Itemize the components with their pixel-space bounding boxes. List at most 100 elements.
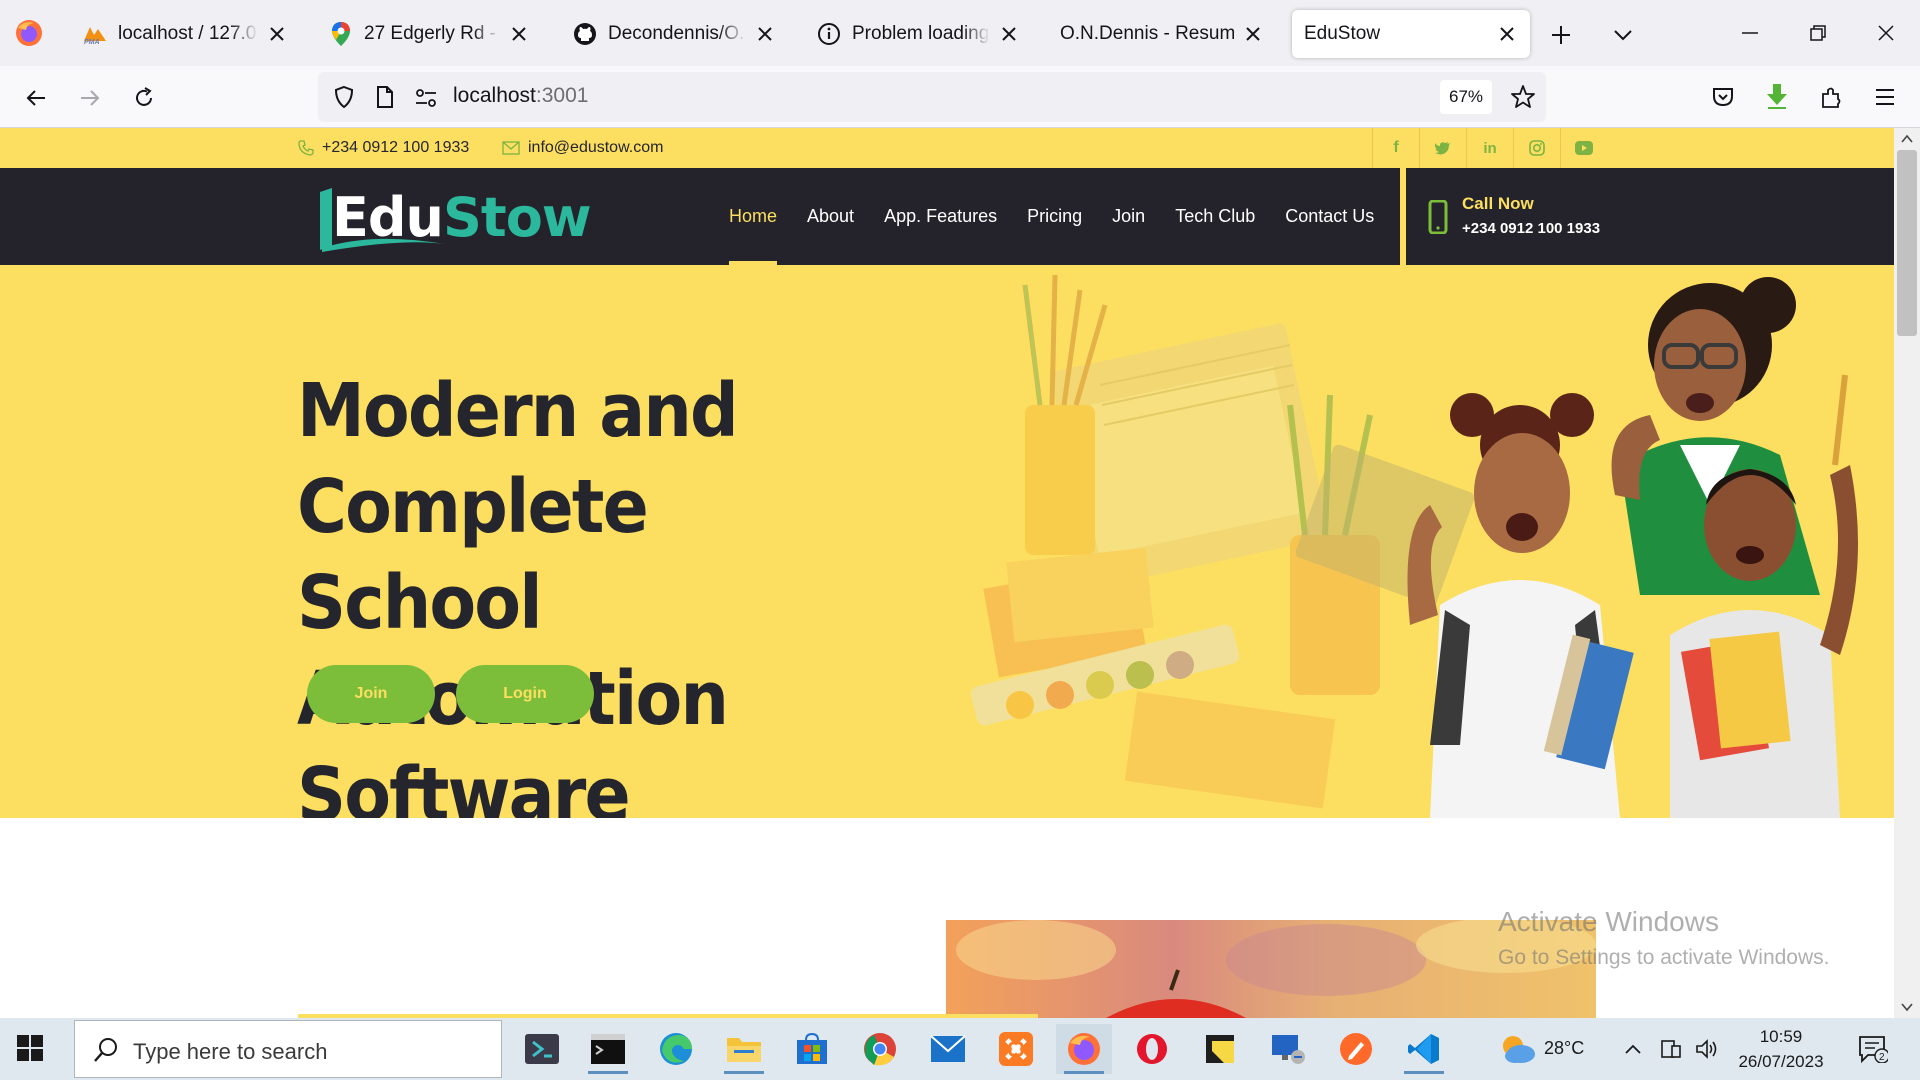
search-icon [94,1038,117,1062]
close-window-button[interactable] [1868,18,1904,48]
hamburger-menu-icon[interactable] [1870,82,1900,112]
youtube-icon[interactable] [1560,128,1607,168]
plus-icon [1552,26,1570,44]
taskbar-clock[interactable]: 10:59 26/07/2023 [1726,1024,1836,1074]
menu-pricing[interactable]: Pricing [1027,168,1082,265]
weather-icon[interactable] [1490,1024,1546,1074]
firefox-view-icon[interactable] [14,18,44,48]
remote-desktop-icon [1272,1035,1305,1064]
minimize-button[interactable] [1732,18,1768,48]
taskbar-chrome-app[interactable] [852,1024,908,1074]
bookmark-star-icon[interactable] [1508,82,1538,112]
close-icon[interactable] [1242,23,1264,45]
tab-resume[interactable]: O.N.Dennis - Resume [1048,10,1276,58]
taskbar-sticky-notes-app[interactable] [1192,1024,1248,1074]
facebook-icon[interactable]: f [1372,128,1419,168]
taskbar-store-app[interactable] [784,1024,840,1074]
site-logo[interactable]: EduStow [332,186,592,249]
taskbar-edge-app[interactable] [648,1024,704,1074]
menu-join[interactable]: Join [1112,168,1145,265]
taskbar-sublime-app[interactable] [1328,1024,1384,1074]
scrollbar-thumb[interactable] [1897,150,1917,336]
pocket-icon[interactable] [1708,82,1738,112]
permissions-icon[interactable] [412,84,440,112]
taskbar-file-explorer-app[interactable] [716,1024,772,1074]
tracking-protection-icon[interactable] [330,82,358,112]
tab-google-maps[interactable]: 27 Edgerly Rd - Google Maps [316,10,542,58]
taskbar-firefox-app[interactable] [1056,1024,1112,1074]
login-button[interactable]: Login [456,665,594,723]
call-now-box[interactable]: Call Now +234 0912 100 1933 [1400,168,1894,265]
envelope-icon [502,141,520,155]
social-links: f in [1372,128,1607,168]
taskbar-terminal-app[interactable] [580,1024,636,1074]
notification-count: 2 [1879,1052,1885,1063]
phone-icon [298,140,314,156]
menu-about[interactable]: About [807,168,854,265]
minimize-icon [1742,32,1758,34]
close-icon[interactable] [754,23,776,45]
downloads-icon[interactable] [1762,80,1792,112]
chevron-down-icon [1614,30,1632,41]
twitter-icon[interactable] [1419,128,1466,168]
students-photo [1407,277,1858,818]
linkedin-icon[interactable]: in [1466,128,1513,168]
tab-github[interactable]: Decondennis/O.N_Dennis [560,10,788,58]
new-tab-button[interactable] [1546,20,1576,50]
menu-app-features[interactable]: App. Features [884,168,997,265]
url-port: :3001 [535,84,589,107]
device-icon[interactable] [1656,1024,1686,1074]
clock-date: 26/07/2023 [1738,1052,1824,1071]
github-icon [572,21,598,47]
topbar-email[interactable]: info@edustow.com [502,128,663,168]
taskbar-powershell-app[interactable] [514,1024,570,1074]
taskbar-search-input[interactable]: Type here to search [74,1020,502,1078]
call-now-number: +234 0912 100 1933 [1462,220,1601,237]
topbar-phone[interactable]: +234 0912 100 1933 [298,128,469,168]
forward-button[interactable] [74,82,106,114]
sticky-notes-icon [1206,1035,1234,1063]
taskbar-opera-app[interactable] [1124,1024,1180,1074]
notification-center-icon[interactable]: 2 [1848,1024,1898,1074]
google-maps-icon [328,21,354,47]
restore-button[interactable] [1800,18,1836,48]
instagram-icon[interactable] [1513,128,1560,168]
close-icon[interactable] [998,23,1020,45]
folder-icon [727,1038,761,1062]
taskbar-remote-desktop-app[interactable] [1260,1024,1316,1074]
hero-section: Modern and Complete School Automation So… [0,265,1894,818]
scroll-down-icon[interactable] [1901,1002,1913,1012]
menu-home[interactable]: Home [729,168,778,265]
taskbar-vscode-app[interactable] [1396,1024,1452,1074]
speaker-icon[interactable] [1692,1024,1722,1074]
hero-title: Modern and Complete School Automation So… [297,363,959,818]
taskbar-mail-app[interactable] [920,1024,976,1074]
back-button[interactable] [20,82,52,114]
tab-edustow[interactable]: EduStow [1292,10,1530,58]
logo-part-2: Stow [443,186,592,249]
tab-phpmyadmin[interactable]: PMA localhost / 127.0.0.1 | phpMyAdmin [70,10,300,58]
scroll-up-icon[interactable] [1901,134,1913,144]
close-icon[interactable] [508,23,530,45]
list-all-tabs-button[interactable] [1608,20,1638,50]
zoom-level-button[interactable]: 67% [1440,80,1492,114]
taskbar-xampp-app[interactable] [988,1024,1044,1074]
xampp-icon [999,1032,1033,1066]
windows-start-icon[interactable] [16,1034,44,1062]
chevron-up-icon[interactable] [1618,1024,1648,1074]
opera-icon [1137,1034,1167,1064]
join-button[interactable]: Join [307,665,435,723]
extensions-icon[interactable] [1816,82,1846,112]
phpmyadmin-icon: PMA [82,21,108,47]
reload-button[interactable] [128,82,160,114]
activate-windows-title: Activate Windows [1498,906,1719,937]
menu-contact-us[interactable]: Contact Us [1285,168,1374,265]
tab-problem-loading[interactable]: Problem loading page [804,10,1032,58]
url-text[interactable]: localhost:3001 [453,84,588,108]
weather-temperature[interactable]: 28°C [1544,1038,1584,1059]
close-icon[interactable] [1496,23,1518,45]
close-icon[interactable] [266,23,288,45]
page-info-icon[interactable] [372,82,398,112]
menu-tech-club[interactable]: Tech Club [1175,168,1255,265]
hero-title-line-1: Modern and Complete [297,368,739,550]
